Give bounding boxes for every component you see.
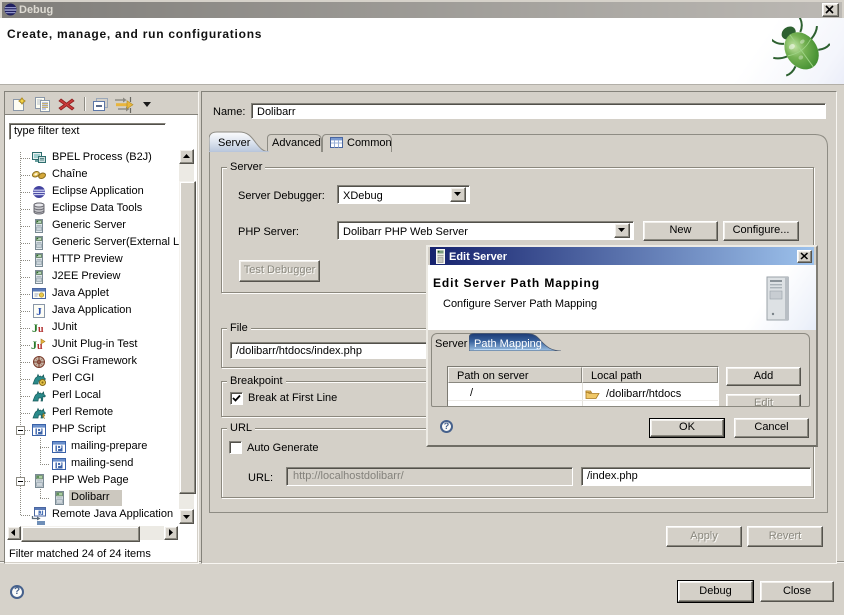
svg-text:P: P xyxy=(56,444,62,453)
svg-text:J: J xyxy=(36,306,42,318)
svg-text:J: J xyxy=(39,511,42,517)
svg-text:P: P xyxy=(56,461,62,470)
svg-text:u: u xyxy=(38,324,44,335)
svg-text:P: P xyxy=(36,427,42,436)
